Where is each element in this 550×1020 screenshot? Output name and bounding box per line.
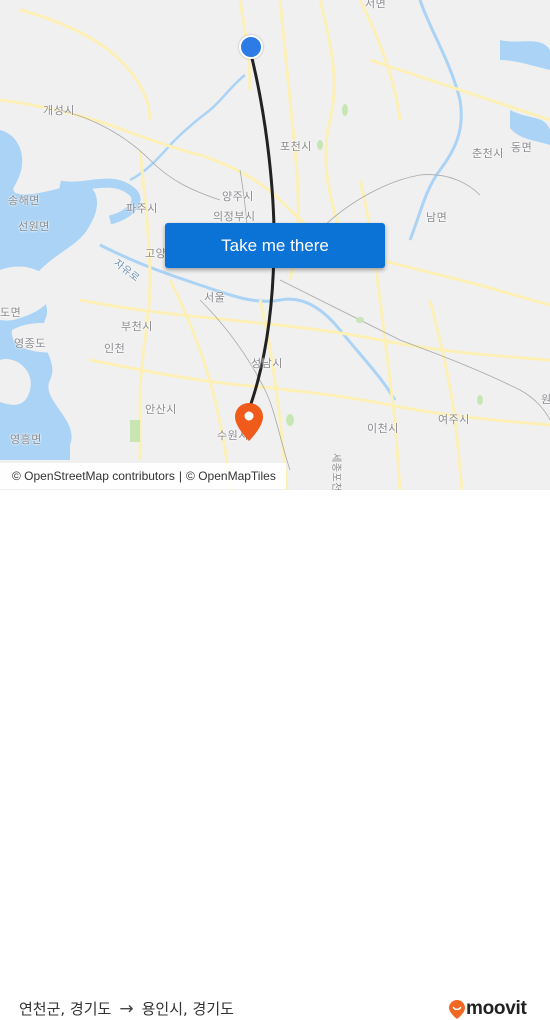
route-summary: 연천군, 경기도 → 용인시, 경기도	[19, 998, 234, 1019]
place-label: 원	[541, 393, 550, 406]
place-label: 성남시	[251, 357, 283, 370]
place-label: 이천시	[367, 422, 399, 435]
place-label: 서면	[365, 0, 387, 10]
map-attribution: © OpenStreetMap contributors | © OpenMap…	[0, 463, 286, 489]
place-label: 서울	[204, 291, 226, 304]
map[interactable]: 서면 개성시 포천시 춘천시 동면 송해면 파주시 양주시 의정부시 선원면 남…	[0, 0, 550, 490]
place-label: 파주시	[126, 202, 158, 215]
river-bukhan	[408, 0, 463, 241]
take-me-there-button[interactable]: Take me there	[165, 223, 385, 268]
place-label: 선원면	[18, 220, 50, 233]
place-label: 안산시	[145, 403, 177, 416]
place-label: 영종도	[14, 337, 46, 350]
attribution-separator: |	[178, 469, 183, 483]
moovit-pin-icon	[449, 999, 465, 1019]
road-label: 세종포천	[329, 453, 341, 490]
moovit-logo[interactable]: moovit	[449, 998, 527, 1020]
lake-soyang	[500, 40, 550, 70]
place-label: 도면	[0, 306, 22, 319]
place-label: 양주시	[222, 190, 254, 203]
destination-pin-icon[interactable]	[235, 403, 263, 441]
place-label: 고양	[145, 247, 167, 260]
place-label: 송해면	[8, 194, 40, 207]
place-label: 부천시	[121, 320, 153, 333]
destination-label: 용인시, 경기도	[141, 1000, 234, 1018]
place-label: 개성시	[43, 104, 75, 117]
place-label: 동면	[511, 141, 533, 154]
origin-label: 연천군, 경기도	[19, 1000, 112, 1018]
place-label: 의정부시	[213, 210, 256, 223]
place-label: 인천	[104, 342, 126, 355]
place-label: 여주시	[438, 413, 470, 426]
place-label: 춘천시	[472, 147, 504, 160]
place-label: 남면	[426, 211, 448, 224]
arrow-right-icon: →	[119, 998, 134, 1019]
moovit-wordmark: moovit	[466, 998, 527, 1019]
omt-attribution-link[interactable]: © OpenMapTiles	[186, 469, 276, 483]
footer: 연천군, 경기도 → 용인시, 경기도 moovit	[0, 490, 550, 1019]
place-label: 영흥면	[10, 433, 42, 446]
osm-attribution-link[interactable]: © OpenStreetMap contributors	[12, 469, 175, 483]
origin-marker[interactable]	[239, 35, 263, 59]
place-label: 포천시	[280, 140, 312, 153]
rail-lines	[59, 109, 550, 471]
